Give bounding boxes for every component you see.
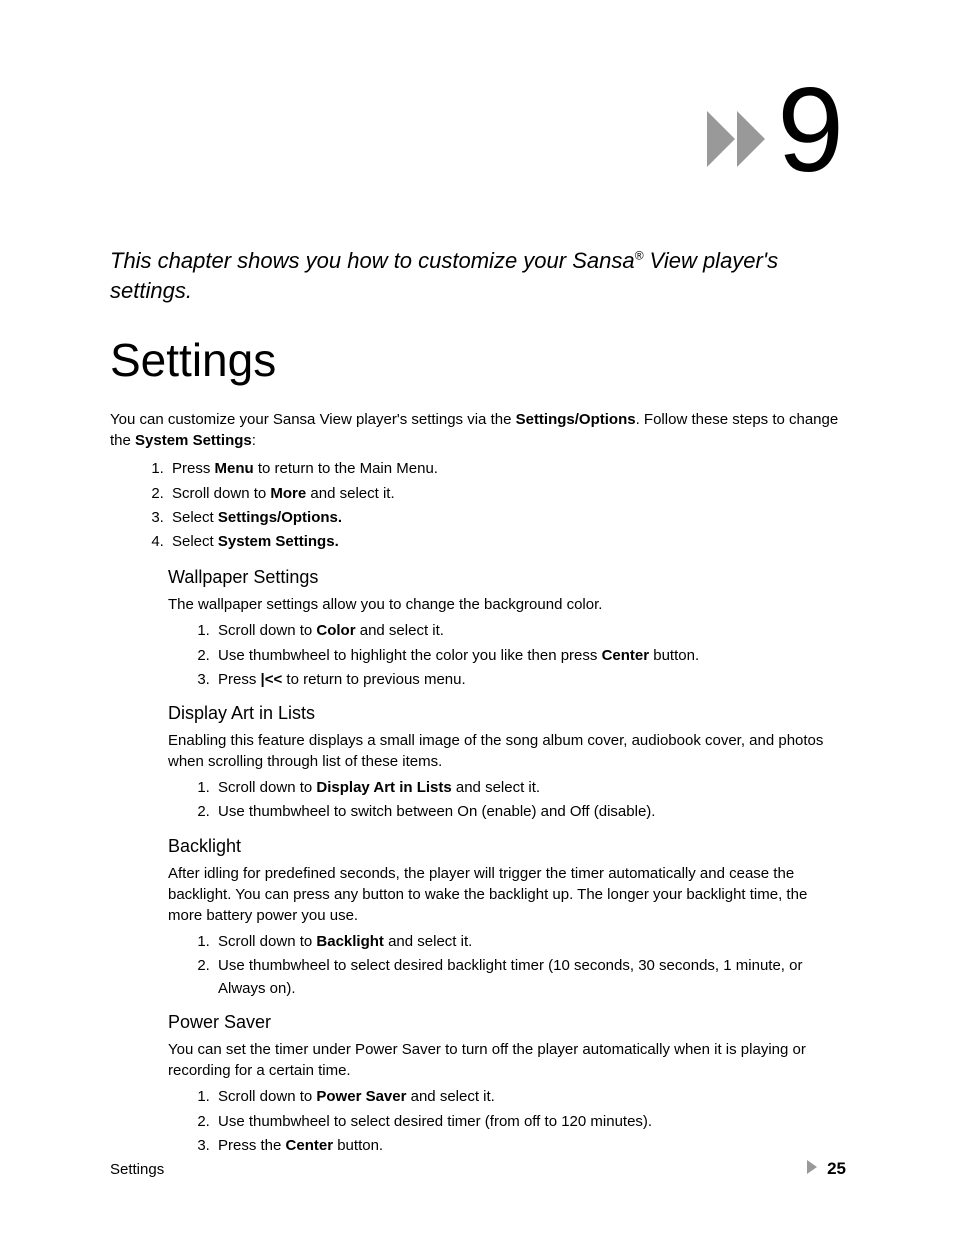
section-heading: Wallpaper Settings bbox=[168, 567, 844, 588]
section-paragraph: Enabling this feature displays a small i… bbox=[168, 730, 844, 772]
section-paragraph: The wallpaper settings allow you to chan… bbox=[168, 594, 844, 615]
list-item: Scroll down to More and select it. bbox=[168, 482, 844, 505]
section: Display Art in Lists Enabling this featur… bbox=[168, 703, 844, 824]
section-heading: Power Saver bbox=[168, 1012, 844, 1033]
list-item: Press Menu to return to the Main Menu. bbox=[168, 457, 844, 480]
list-item: Use thumbwheel to select desired timer (… bbox=[214, 1110, 844, 1133]
list-item: Press the Center button. bbox=[214, 1134, 844, 1157]
page-number: 25 bbox=[827, 1159, 846, 1179]
section-steps: Scroll down to Display Art in Lists and … bbox=[214, 776, 844, 824]
chapter-number: 9 bbox=[777, 70, 844, 190]
section: Backlight After idling for predefined sec… bbox=[168, 836, 844, 1001]
list-item: Use thumbwheel to highlight the color yo… bbox=[214, 644, 844, 667]
chapter-header: 9 bbox=[110, 70, 844, 190]
arrow-right-icon bbox=[807, 1160, 817, 1178]
list-item: Scroll down to Power Saver and select it… bbox=[214, 1085, 844, 1108]
chapter-intro: This chapter shows you how to customize … bbox=[110, 246, 844, 305]
page-footer: Settings 25 bbox=[110, 1159, 846, 1179]
main-steps-list: Press Menu to return to the Main Menu.Sc… bbox=[168, 457, 844, 553]
page-title: Settings bbox=[110, 333, 844, 387]
footer-section-name: Settings bbox=[110, 1161, 164, 1178]
list-item: Select Settings/Options. bbox=[168, 506, 844, 529]
list-item: Scroll down to Color and select it. bbox=[214, 619, 844, 642]
sections-container: Wallpaper Settings The wallpaper settings… bbox=[110, 567, 844, 1157]
section-steps: Scroll down to Color and select it.Use t… bbox=[214, 619, 844, 691]
section-paragraph: After idling for predefined seconds, the… bbox=[168, 863, 844, 926]
list-item: Scroll down to Backlight and select it. bbox=[214, 930, 844, 953]
section-paragraph: You can set the timer under Power Saver … bbox=[168, 1039, 844, 1081]
footer-right: 25 bbox=[807, 1159, 846, 1179]
section: Wallpaper Settings The wallpaper settings… bbox=[168, 567, 844, 691]
list-item: Select System Settings. bbox=[168, 530, 844, 553]
section-steps: Scroll down to Power Saver and select it… bbox=[214, 1085, 844, 1157]
list-item: Scroll down to Display Art in Lists and … bbox=[214, 776, 844, 799]
section: Power Saver You can set the timer under P… bbox=[168, 1012, 844, 1157]
double-arrow-icon bbox=[707, 111, 771, 167]
section-steps: Scroll down to Backlight and select it.U… bbox=[214, 930, 844, 1001]
intro-paragraph: You can customize your Sansa View player… bbox=[110, 409, 844, 451]
list-item: Use thumbwheel to select desired backlig… bbox=[214, 954, 844, 1001]
section-heading: Backlight bbox=[168, 836, 844, 857]
list-item: Use thumbwheel to switch between On (ena… bbox=[214, 800, 844, 823]
list-item: Press |<< to return to previous menu. bbox=[214, 668, 844, 691]
section-heading: Display Art in Lists bbox=[168, 703, 844, 724]
